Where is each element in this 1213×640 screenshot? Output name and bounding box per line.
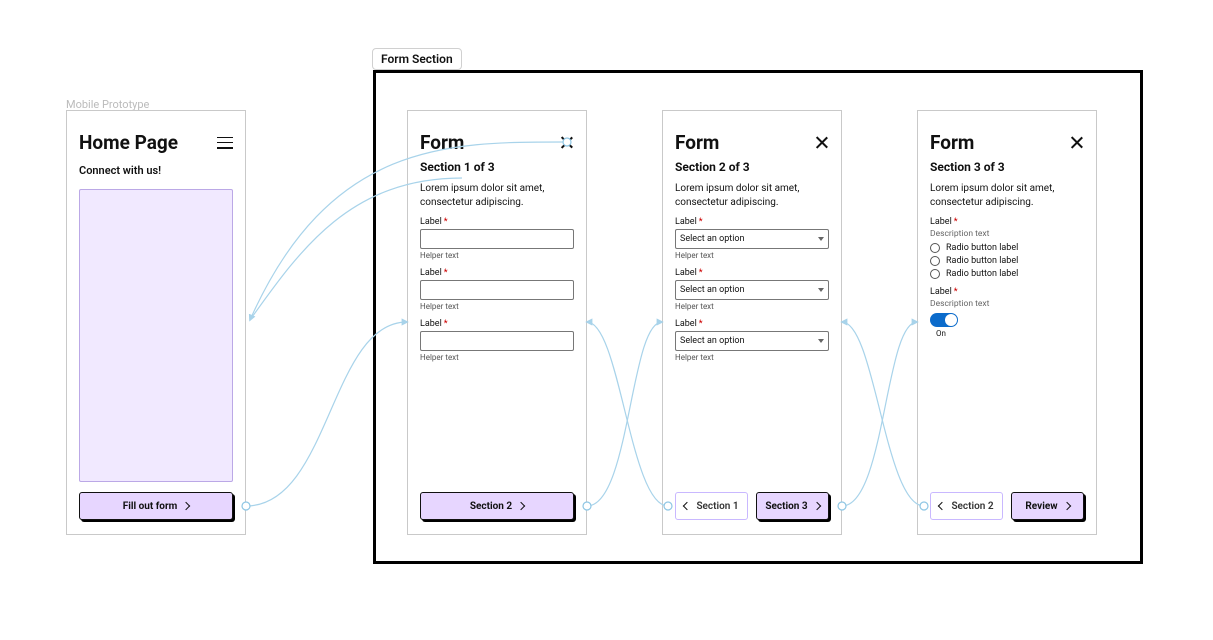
chevron-down-icon (818, 339, 824, 343)
chevron-right-icon (517, 502, 525, 510)
next-button[interactable]: Review (1011, 492, 1084, 520)
toggle-switch[interactable] (930, 313, 958, 327)
select-input[interactable]: Select an option (675, 280, 829, 300)
text-input[interactable] (420, 229, 574, 249)
section-heading: Section 3 of 3 (930, 160, 1084, 174)
section-desc: Lorem ipsum dolor sit amet, consectetur … (930, 182, 1084, 209)
select-input[interactable]: Select an option (675, 331, 829, 351)
chevron-right-icon (182, 502, 190, 510)
menu-icon[interactable] (217, 137, 233, 149)
home-title-text: Home Page (79, 131, 178, 154)
form-title: Form (675, 131, 829, 154)
screen-form-3: Form Section 3 of 3 Lorem ipsum dolor si… (917, 110, 1097, 535)
chevron-down-icon (818, 237, 824, 241)
text-input[interactable] (420, 331, 574, 351)
toggle-caption: On (936, 329, 1084, 338)
radio-option[interactable]: Radio button label (930, 243, 1084, 253)
section-desc: Lorem ipsum dolor sit amet, consectetur … (420, 182, 574, 209)
radio-option[interactable]: Radio button label (930, 256, 1084, 266)
hero-tile (79, 189, 233, 482)
prev-button[interactable]: Section 2 (930, 492, 1003, 520)
form-title: Form (420, 131, 574, 154)
close-icon[interactable] (815, 136, 829, 150)
section-heading: Section 1 of 3 (420, 160, 574, 174)
text-input[interactable] (420, 280, 574, 300)
form-title: Form (930, 131, 1084, 154)
next-button[interactable]: Section 2 (420, 492, 574, 520)
fill-out-form-button[interactable]: Fill out form (79, 492, 233, 520)
chevron-right-icon (812, 502, 820, 510)
section-desc: Lorem ipsum dolor sit amet, consectetur … (675, 182, 829, 209)
radio-option[interactable]: Radio button label (930, 269, 1084, 279)
screen-home: Home Page Connect with us! Fill out form (66, 110, 246, 535)
home-subhead: Connect with us! (79, 164, 233, 177)
screen-form-1: Form Section 1 of 3 Lorem ipsum dolor si… (407, 110, 587, 535)
chevron-left-icon (938, 502, 946, 510)
chevron-left-icon (683, 502, 691, 510)
chevron-right-icon (1062, 502, 1070, 510)
close-icon[interactable] (560, 136, 574, 150)
close-icon[interactable] (1070, 136, 1084, 150)
next-button[interactable]: Section 3 (756, 492, 829, 520)
prev-button[interactable]: Section 1 (675, 492, 748, 520)
select-input[interactable]: Select an option (675, 229, 829, 249)
screen-form-2: Form Section 2 of 3 Lorem ipsum dolor si… (662, 110, 842, 535)
page-title: Home Page (79, 131, 233, 154)
chevron-down-icon (818, 288, 824, 292)
section-badge: Form Section (372, 48, 462, 70)
fill-out-form-label: Fill out form (123, 501, 178, 512)
section-heading: Section 2 of 3 (675, 160, 829, 174)
